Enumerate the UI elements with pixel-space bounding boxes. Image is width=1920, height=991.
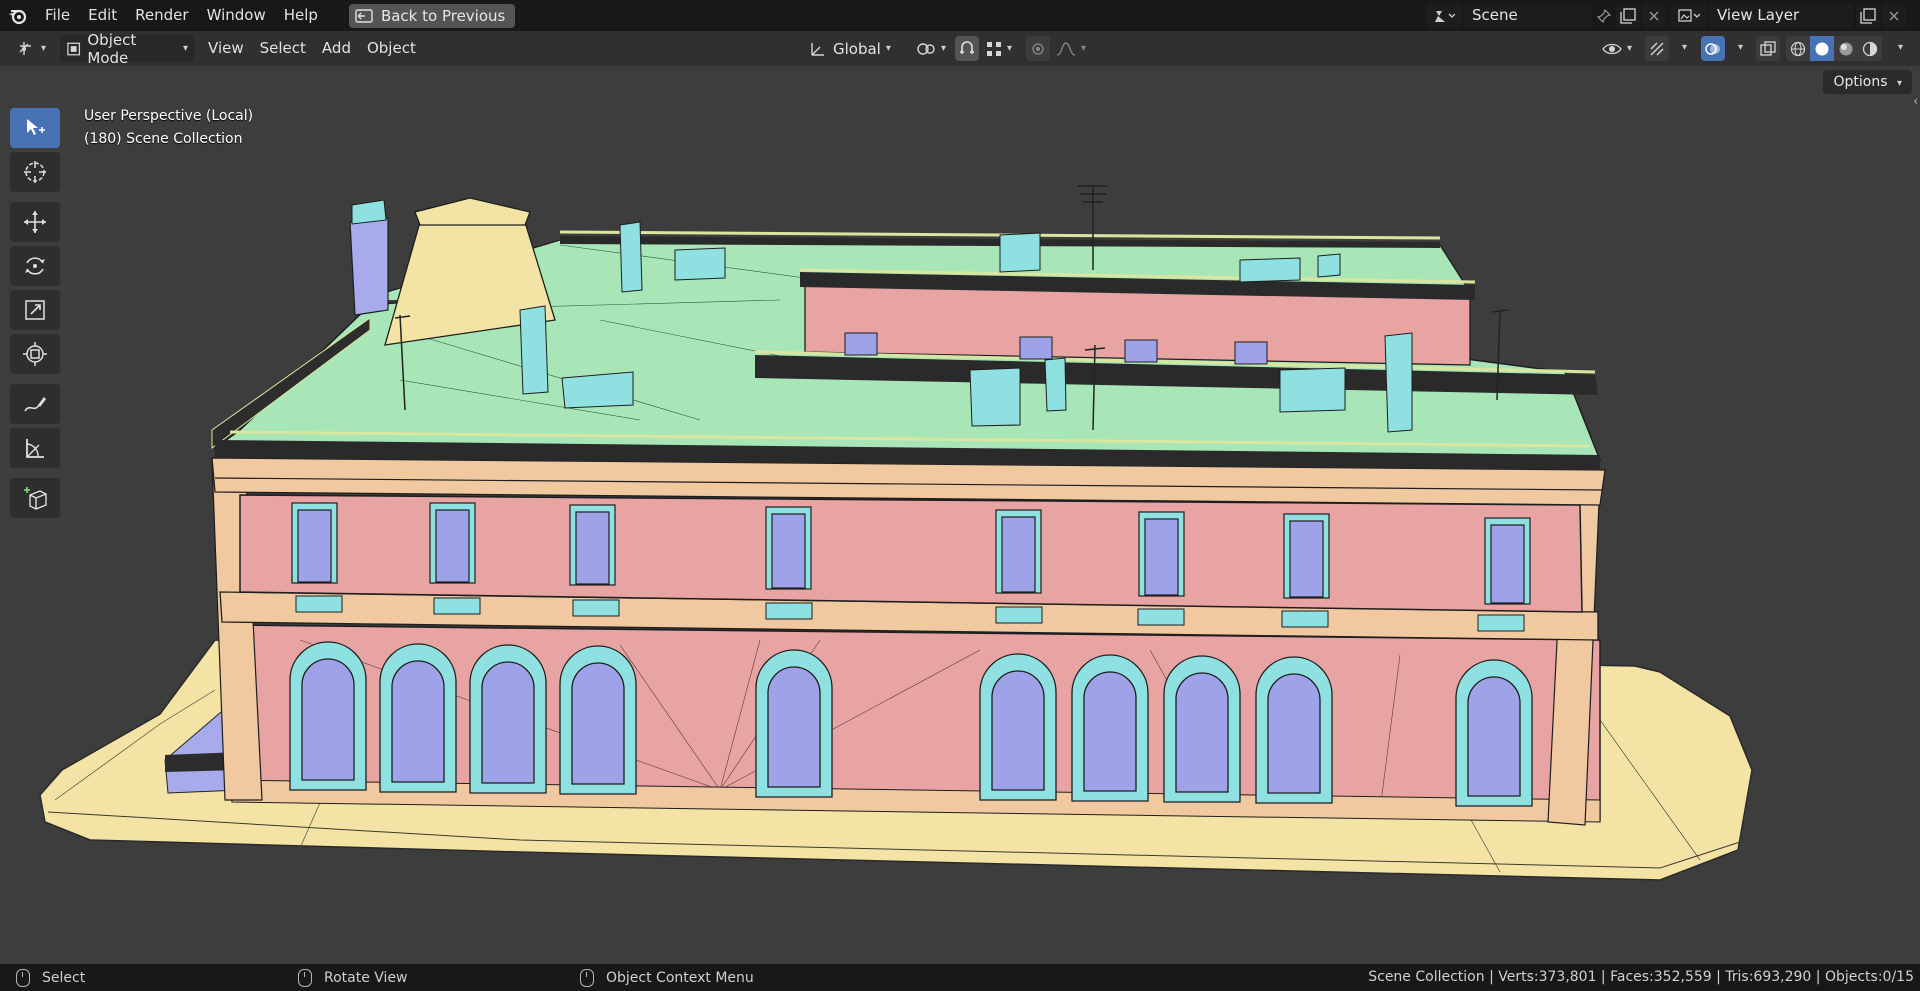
chevron-down-icon: ▾ xyxy=(941,43,947,54)
perspective-label: User Perspective (Local) xyxy=(84,108,254,124)
menu-file[interactable]: File xyxy=(36,0,79,31)
snap-toggle-icon[interactable] xyxy=(955,36,979,61)
chevron-down-icon: ▾ xyxy=(1627,43,1633,54)
select-box-icon[interactable] xyxy=(10,108,60,148)
mode-dropdown[interactable]: Object Mode ▾ xyxy=(60,31,195,67)
wireframe-shading-icon[interactable] xyxy=(1786,36,1810,61)
3d-viewport[interactable]: User Perspective (Local) (180) Scene Col… xyxy=(0,66,1920,964)
options-dropdown[interactable]: Options ▾ xyxy=(1823,70,1912,94)
top-bar: File Edit Render Window Help Back to Pre… xyxy=(0,0,1920,31)
chevron-down-icon[interactable]: ▾ xyxy=(1898,42,1903,53)
xray-toggle-icon[interactable] xyxy=(1756,36,1780,61)
object-mode-icon xyxy=(67,42,81,55)
mouse-right-icon xyxy=(580,968,594,987)
menu-render[interactable]: Render xyxy=(126,0,197,31)
chevron-down-icon: ▾ xyxy=(885,43,891,54)
view-layer-selector: View Layer xyxy=(1671,3,1906,28)
mouse-middle-icon xyxy=(298,968,312,987)
chevron-down-icon[interactable]: ▾ xyxy=(1738,42,1743,53)
pivot-dropdown[interactable]: ▾ xyxy=(910,35,952,62)
3d-viewport-icon xyxy=(19,41,31,55)
blender-logo-icon[interactable] xyxy=(0,0,36,31)
transform-icon[interactable] xyxy=(10,334,60,374)
back-button-label: Back to Previous xyxy=(380,6,506,25)
falloff-dropdown[interactable]: ▾ xyxy=(1050,35,1092,62)
move-icon[interactable] xyxy=(10,202,60,242)
snap-increment-icon xyxy=(987,41,1001,56)
snap-target-dropdown[interactable]: ▾ xyxy=(980,35,1018,62)
view-layer-browse-icon[interactable] xyxy=(1671,3,1707,28)
shading-mode-group xyxy=(1786,36,1882,61)
add-cube-icon[interactable] xyxy=(10,478,60,518)
scene-name-field[interactable]: Scene xyxy=(1464,3,1592,28)
overlays-toggle-icon[interactable] xyxy=(1701,36,1725,61)
visibility-dropdown[interactable]: ▾ xyxy=(1596,35,1638,62)
menu-help[interactable]: Help xyxy=(275,0,327,31)
status-right-mouse: Object Context Menu xyxy=(580,968,754,987)
collection-label: (180) Scene Collection xyxy=(84,131,243,147)
back-to-previous-button[interactable]: Back to Previous xyxy=(348,3,516,28)
status-left-mouse: Select xyxy=(16,968,86,987)
menu-select[interactable]: Select xyxy=(252,35,314,62)
pin-icon[interactable] xyxy=(1592,3,1616,28)
material-shading-icon[interactable] xyxy=(1834,36,1858,61)
menu-add[interactable]: Add xyxy=(314,35,359,62)
sidebar-toggle-icon[interactable]: ‹ xyxy=(1913,94,1918,108)
menu-edit[interactable]: Edit xyxy=(79,0,126,31)
tool-shelf xyxy=(10,108,62,522)
chevron-down-icon: ▾ xyxy=(1081,43,1087,54)
status-rotate-label: Rotate View xyxy=(324,969,408,986)
status-context-label: Object Context Menu xyxy=(606,969,754,986)
menu-view[interactable]: View xyxy=(200,35,252,62)
chevron-down-icon: ▾ xyxy=(1896,78,1902,89)
scale-icon[interactable] xyxy=(10,290,60,330)
cursor-icon[interactable] xyxy=(10,152,60,192)
new-view-layer-icon[interactable] xyxy=(1856,3,1880,28)
status-select-label: Select xyxy=(42,969,86,986)
chevron-down-icon: ▾ xyxy=(183,43,189,54)
menu-object[interactable]: Object xyxy=(359,35,424,62)
delete-scene-icon[interactable] xyxy=(1642,3,1666,28)
view-layer-name-field[interactable]: View Layer xyxy=(1709,3,1853,28)
pivot-point-icon xyxy=(917,42,935,55)
menu-window[interactable]: Window xyxy=(198,0,275,31)
gizmo-toggle-icon[interactable] xyxy=(1645,36,1669,61)
delete-view-layer-icon[interactable] xyxy=(1882,3,1906,28)
options-label: Options xyxy=(1833,74,1888,90)
mouse-left-icon xyxy=(16,968,30,987)
editor-type-dropdown[interactable]: ▾ xyxy=(10,35,52,62)
scene-browse-icon[interactable] xyxy=(1426,3,1462,28)
status-middle-mouse: Rotate View xyxy=(298,968,408,987)
proportional-edit-icon[interactable] xyxy=(1026,36,1050,61)
new-scene-icon[interactable] xyxy=(1616,3,1640,28)
rotate-icon[interactable] xyxy=(10,246,60,286)
mode-label: Object Mode xyxy=(87,30,137,67)
scene-statistics: Scene Collection | Verts:373,801 | Faces… xyxy=(1368,969,1914,985)
measure-icon[interactable] xyxy=(10,428,60,468)
eye-icon xyxy=(1602,43,1622,54)
chevron-down-icon: ▾ xyxy=(1007,43,1013,54)
orientation-label: Global xyxy=(833,39,881,58)
annotate-icon[interactable] xyxy=(10,384,60,424)
solid-shading-icon[interactable] xyxy=(1810,36,1834,61)
orientation-dropdown[interactable]: Global ▾ xyxy=(803,35,907,62)
building-model[interactable] xyxy=(0,66,1920,964)
status-bar: Select Rotate View Object Context Menu S… xyxy=(0,964,1920,991)
orientation-icon xyxy=(811,42,824,56)
chevron-down-icon[interactable]: ▾ xyxy=(1682,42,1687,53)
viewport-header: ▾ Object Mode ▾ View Select Add Object G… xyxy=(0,31,1920,67)
rendered-shading-icon[interactable] xyxy=(1858,36,1882,61)
back-icon xyxy=(355,8,373,23)
scene-selector: Scene xyxy=(1426,3,1666,28)
chevron-down-icon: ▾ xyxy=(41,43,47,54)
falloff-curve-icon xyxy=(1056,41,1076,56)
